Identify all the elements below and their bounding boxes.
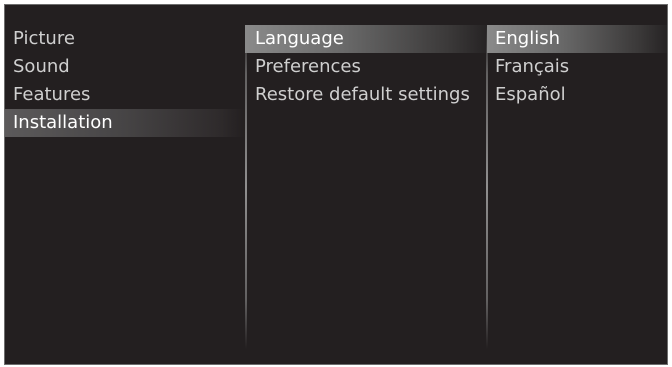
option-francais[interactable]: Français (487, 53, 667, 81)
menu-item-picture[interactable]: Picture (5, 25, 245, 53)
option-english[interactable]: English (487, 25, 667, 53)
options-column: English Français Español (487, 5, 667, 364)
tv-menu-screen: Picture Sound Features Installation Lang… (4, 4, 668, 365)
main-menu-list: Picture Sound Features Installation (5, 25, 245, 137)
main-menu-column: Picture Sound Features Installation (5, 5, 245, 364)
submenu-item-preferences[interactable]: Preferences (245, 53, 487, 81)
submenu-list: Language Preferences Restore default set… (245, 25, 487, 109)
submenu-item-language[interactable]: Language (245, 25, 487, 53)
menu-item-installation[interactable]: Installation (5, 109, 245, 137)
menu-item-sound[interactable]: Sound (5, 53, 245, 81)
submenu-item-restore-default-settings[interactable]: Restore default settings (245, 81, 487, 109)
option-espanol[interactable]: Español (487, 81, 667, 109)
menu-item-features[interactable]: Features (5, 81, 245, 109)
language-options-list: English Français Español (487, 25, 667, 109)
submenu-column: Language Preferences Restore default set… (245, 5, 487, 364)
